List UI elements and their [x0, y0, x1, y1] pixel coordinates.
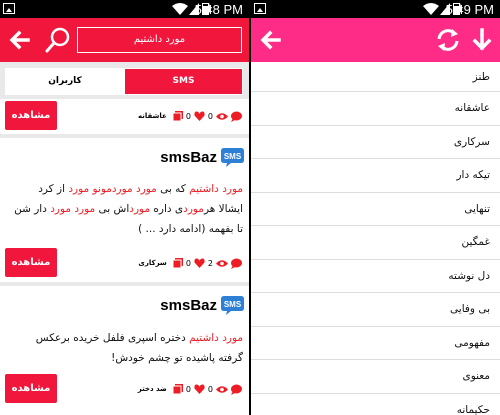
comment-icon[interactable] [230, 111, 242, 122]
sms-card: مشاهده عاشقانه 0 0 [0, 99, 249, 134]
category-label: عاشقانه [137, 112, 167, 120]
category-item[interactable]: بی وفایی [251, 293, 500, 327]
category-item[interactable]: معنوی [251, 360, 500, 394]
search-toolbar: مورد داشتیم [0, 18, 249, 62]
category-item[interactable]: تنهایی [251, 193, 500, 226]
status-bar: 5:48 PM [0, 0, 249, 18]
message-line: تا بفهمه (ادامه دارد ... ) [138, 223, 243, 235]
views-count: 0 [207, 384, 213, 394]
card-stats: سرکاری 0 2 [138, 256, 243, 270]
category-label: سرکاری [138, 259, 167, 267]
back-arrow-icon[interactable] [257, 26, 285, 54]
message-line: مورد داشتیم دختره اسپری فلفل خریده برعکس [35, 332, 243, 344]
svg-text:SMS: SMS [224, 300, 242, 309]
tab-sms[interactable]: SMS [125, 69, 242, 94]
card-title: smsBaz [160, 148, 217, 166]
search-results-screen: 5:48 PM مورد داشتیم کاربران SMS مشاهده ع… [0, 0, 249, 415]
status-time: 5:48 PM [194, 2, 243, 17]
heart-icon[interactable] [194, 384, 205, 394]
status-time: 5:49 PM [445, 2, 494, 17]
likes-count: 0 [185, 384, 191, 394]
refresh-icon[interactable] [434, 26, 462, 54]
heart-icon[interactable] [194, 258, 205, 268]
card-message: مورد داشتیم دختره اسپری فلفل خریده برعکس… [4, 328, 243, 368]
comment-icon[interactable] [230, 384, 242, 395]
category-item[interactable]: دل نوشته [251, 260, 500, 293]
eye-icon [216, 259, 228, 267]
card-stats: ضد دختر 0 0 [138, 382, 243, 396]
card-header: smsBaz SMS [160, 146, 245, 168]
category-item[interactable]: مفهومی [251, 327, 500, 360]
card-message: مورد داشتیم که بی مورد موردمونو مورد از … [4, 179, 243, 239]
download-arrow-icon[interactable] [468, 26, 496, 54]
tab-users[interactable]: کاربران [6, 69, 124, 94]
search-icon[interactable] [44, 26, 72, 54]
tab-bar: کاربران SMS [5, 68, 243, 95]
views-count: 2 [207, 258, 213, 268]
wifi-icon [172, 3, 188, 15]
category-item[interactable]: تیکه دار [251, 159, 500, 193]
category-item[interactable]: غمگین [251, 226, 500, 260]
sms-logo-icon: SMS [221, 296, 244, 315]
message-line: مورد داشتیم که بی مورد موردمونو مورد از … [38, 183, 243, 195]
category-list: طنز عاشقانه سرکاری تیکه دار تنهایی غمگین دل نو… [251, 62, 500, 415]
image-notification-icon [254, 3, 266, 14]
likes-count: 0 [185, 258, 191, 268]
likes-count: 0 [185, 111, 191, 121]
message-line: ایشالا هرموردی داره مورداش بی مورد مورد … [14, 203, 243, 215]
back-arrow-icon[interactable] [6, 26, 34, 54]
view-button[interactable]: مشاهده [5, 374, 57, 403]
heart-icon[interactable] [194, 111, 205, 121]
message-line: گرفته پاشیده تو چشم خودش! [111, 352, 243, 364]
copy-icon[interactable] [172, 384, 183, 394]
eye-icon [216, 385, 228, 393]
card-stats: عاشقانه 0 0 [138, 109, 243, 123]
sms-card: smsBaz SMS مورد داشتیم دختره اسپری فلفل … [0, 286, 249, 415]
svg-text:SMS: SMS [224, 152, 242, 161]
categories-toolbar [251, 18, 500, 62]
wifi-icon [423, 3, 439, 15]
views-count: 0 [207, 111, 213, 121]
image-notification-icon [3, 3, 15, 14]
view-button[interactable]: مشاهده [5, 248, 57, 277]
search-input[interactable]: مورد داشتیم [77, 27, 242, 53]
category-label: ضد دختر [137, 385, 167, 393]
copy-icon[interactable] [172, 111, 183, 121]
category-item[interactable]: سرکاری [251, 126, 500, 159]
category-item[interactable]: طنز [251, 62, 500, 92]
view-button[interactable]: مشاهده [5, 101, 57, 130]
sms-logo-icon: SMS [221, 148, 244, 167]
copy-icon[interactable] [172, 258, 183, 268]
category-item[interactable]: عاشقانه [251, 92, 500, 126]
categories-screen: 5:49 PM طنز عاشقانه سرکاری تیکه دار تنهایی غم… [251, 0, 500, 415]
card-header: smsBaz SMS [160, 294, 245, 316]
status-bar: 5:49 PM [251, 0, 500, 18]
sms-card: smsBaz SMS مورد داشتیم که بی مورد موردمو… [0, 138, 249, 282]
comment-icon[interactable] [230, 258, 242, 269]
eye-icon [216, 112, 228, 120]
card-title: smsBaz [160, 296, 217, 314]
category-item[interactable]: حکیمانه [251, 394, 500, 415]
